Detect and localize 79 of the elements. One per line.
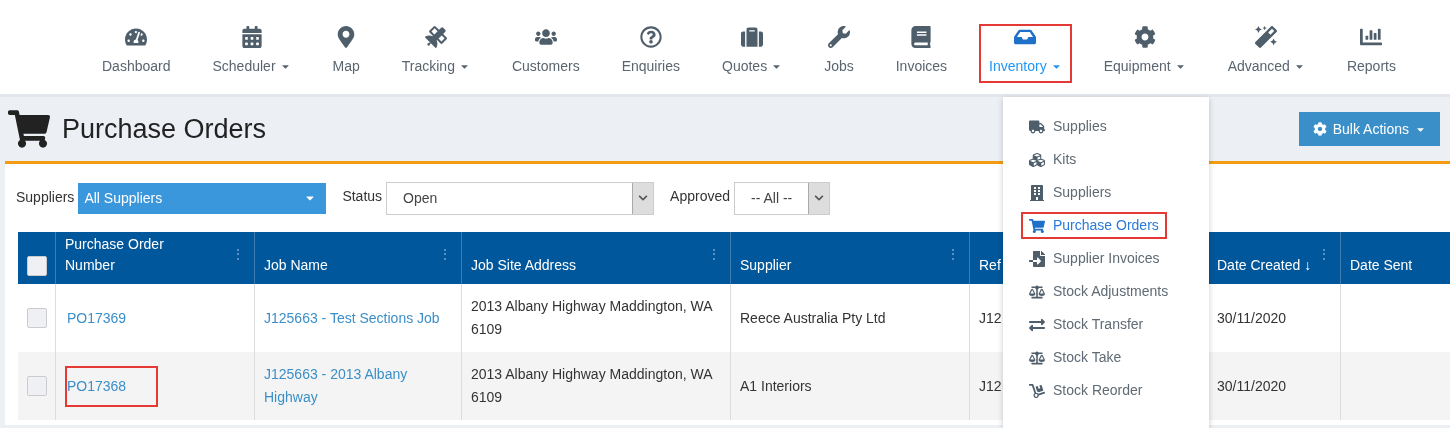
settings-icon [1312, 122, 1327, 136]
menu-item[interactable]: Purchase Orders [1021, 212, 1167, 239]
question-icon [639, 26, 662, 48]
gauge-icon [125, 26, 148, 48]
dolly-icon [1029, 382, 1045, 399]
bulk-actions-button[interactable]: Bulk Actions [1298, 112, 1440, 146]
column-menu-icon[interactable]: ⋮ [1317, 247, 1331, 261]
nav-item[interactable]: Tracking [391, 24, 480, 83]
column-header[interactable]: Date Created ↓ [1217, 255, 1317, 276]
column-header[interactable]: Ref [979, 255, 1001, 276]
column-menu-icon[interactable]: ⋮ [438, 247, 452, 261]
column-header[interactable]: Date Sent [1350, 255, 1413, 276]
filter-label: Status [342, 186, 383, 206]
menu-item[interactable]: Supplier Invoices [1021, 245, 1168, 272]
file-import-icon [1029, 250, 1045, 267]
cart-icon [8, 108, 50, 150]
job-link[interactable]: J125663 - 2013 Albany Highway [264, 363, 452, 409]
menu-item[interactable]: Supplies [1021, 113, 1115, 140]
bar-chart-icon [1360, 26, 1383, 48]
nav-item[interactable]: Inventory [979, 24, 1072, 83]
table-cell-text: 30/11/2020 [1217, 308, 1287, 328]
column-menu-icon[interactable]: ⋮ [946, 247, 960, 261]
column-menu-icon[interactable]: ⋮ [707, 247, 721, 261]
column-header[interactable]: Job Site Address [471, 255, 577, 276]
people-icon [534, 26, 557, 48]
menu-item[interactable]: Stock Take [1021, 344, 1130, 371]
table-cell-text: 2013 Albany Highway Maddington, WA 6109 [471, 365, 714, 407]
filter-label: Approved [670, 186, 730, 206]
menu-item[interactable]: Stock Transfer [1021, 311, 1152, 338]
nav-item[interactable]: Scheduler [202, 24, 301, 83]
cubes-icon [1029, 151, 1045, 168]
nav-item[interactable]: Invoices [885, 24, 958, 83]
menu-item[interactable]: Suppliers [1021, 179, 1120, 206]
suppliers-dropdown[interactable]: All Suppliers [78, 182, 327, 214]
magic-wand-icon [1255, 26, 1278, 48]
table-cell-text: 2013 Albany Highway Maddington, WA 6109 [471, 297, 714, 339]
nav-item[interactable]: Jobs [814, 24, 864, 83]
table-cell-text: Reece Australia Pty Ltd [740, 308, 886, 328]
nav-item[interactable]: Map [322, 24, 370, 83]
job-link[interactable]: J125663 - Test Sections Job [264, 306, 440, 330]
column-header[interactable]: Purchase Order Number [65, 234, 185, 276]
row-checkbox[interactable] [26, 376, 47, 396]
po-link[interactable]: PO17369 [65, 297, 159, 339]
table-cell-text: 30/11/2020 [1217, 376, 1287, 396]
satellite-icon [424, 26, 447, 48]
nav-item[interactable]: Customers [501, 24, 590, 83]
column-header[interactable]: Supplier [740, 255, 792, 276]
table-cell-text: J12 [979, 308, 1002, 328]
nav-item[interactable]: Dashboard [92, 24, 181, 83]
scale-icon [1029, 349, 1045, 366]
calendar-icon [240, 26, 263, 48]
book-icon [910, 26, 933, 48]
menu-item[interactable]: Stock Reorder [1021, 377, 1151, 404]
po-link[interactable]: PO17368 [65, 365, 159, 407]
truck-icon [1029, 118, 1045, 135]
menu-item[interactable]: Kits [1021, 146, 1085, 173]
nav-item[interactable]: Advanced [1217, 24, 1315, 83]
settings-icon [1133, 26, 1156, 48]
select-all-checkbox[interactable] [26, 256, 47, 276]
menu-item[interactable]: Stock Adjustments [1021, 278, 1177, 305]
nav-item[interactable]: Enquiries [611, 24, 690, 83]
cart-icon [1029, 217, 1045, 234]
table-cell-text: J12 [979, 376, 1002, 396]
column-menu-icon[interactable]: ⋮ [231, 247, 245, 261]
row-checkbox[interactable] [26, 308, 47, 328]
wrench-icon [827, 26, 850, 48]
select-field[interactable]: -- All -- [734, 181, 830, 215]
column-header[interactable]: Job Name [264, 255, 328, 276]
table-cell-text: A1 Interiors [740, 376, 812, 396]
nav-item[interactable]: Reports [1336, 24, 1406, 83]
nav-item[interactable]: Equipment [1093, 24, 1196, 83]
briefcase-icon [741, 26, 764, 48]
scale-icon [1029, 283, 1045, 300]
transfer-icon [1029, 316, 1045, 333]
select-field[interactable]: Open [386, 181, 655, 215]
building-icon [1029, 184, 1045, 201]
page-title: Purchase Orders [62, 112, 267, 146]
nav-item[interactable]: Quotes [712, 24, 793, 83]
filter-label: Suppliers [16, 187, 75, 207]
